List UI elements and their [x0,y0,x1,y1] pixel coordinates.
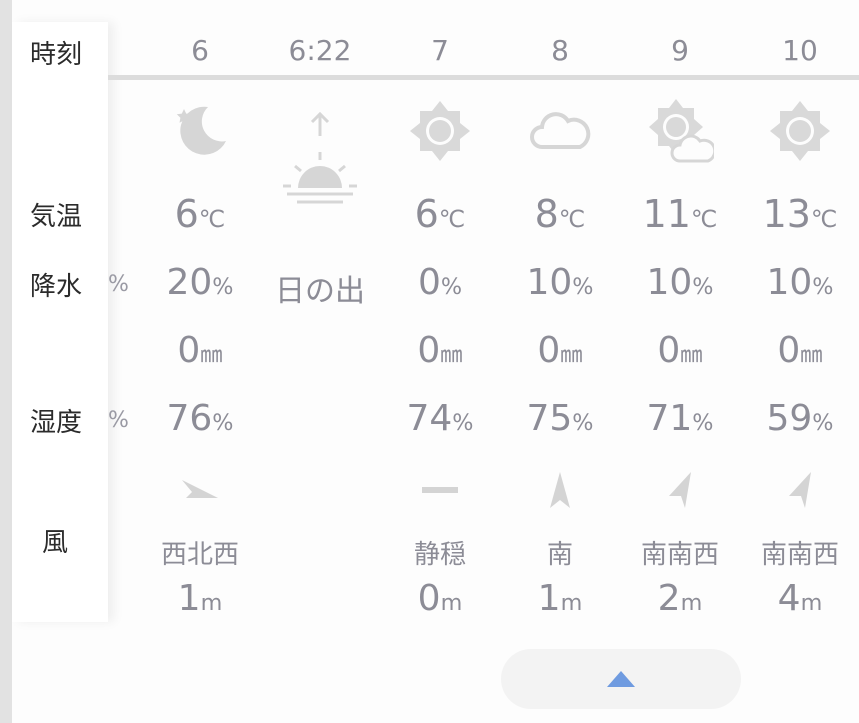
row-label-temp: 気温 [30,202,83,232]
humidity-value: 75% [526,398,594,439]
temperature-value: 6℃ [174,192,226,236]
wind-speed: 2m [657,578,703,619]
wind-direction: 南南西 [760,540,839,570]
header-divider [108,75,859,80]
collapse-button[interactable] [501,649,741,709]
forecast-column-9: 9 11℃ 10% 0㎜ 71% 南南西 2m [620,22,740,622]
hour-label: 6 [191,34,209,67]
peek-percent-unit: % [108,408,129,433]
hour-label: 7 [431,34,449,67]
hour-label: 8 [551,34,569,67]
temperature-value: 13℃ [762,192,838,236]
temperature-value: 11℃ [642,192,718,236]
wind-direction: 南 [546,540,573,570]
sun-cloud-icon [620,99,740,163]
precip-probability: 10% [646,262,714,303]
forecast-column-7: 7 6℃ 0% 0㎜ 74% 静穏 0m [380,22,500,622]
wind-speed: 1m [537,578,583,619]
humidity-value: 76% [166,398,234,439]
precip-amount: 0㎜ [777,330,823,371]
precip-amount: 0㎜ [417,330,463,371]
wind-speed: 4m [777,578,823,619]
forecast-column-10: 10 13℃ 10% 0㎜ 59% 南南西 4m [740,22,859,622]
precip-amount: 0㎜ [177,330,223,371]
hour-label: 9 [671,34,689,67]
row-label-precip: 降水 [30,272,83,302]
wind-arrow-ssw-icon [620,470,740,510]
forecast-column-8: 8 8℃ 10% 0㎜ 75% 南 1m [500,22,620,622]
sun-icon [380,100,500,162]
wind-direction: 静穏 [413,540,466,570]
humidity-value: 74% [406,398,474,439]
peek-percent-unit: % [108,272,129,297]
wind-direction: 西北西 [160,540,239,570]
sun-icon [740,100,859,162]
row-label-wind: 風 [42,528,69,558]
sunrise-icon [260,110,380,220]
sunrise-label: 日の出 [275,274,365,309]
sunrise-column: 6:22 日の出 [260,22,380,622]
humidity-value: 59% [766,398,834,439]
wind-arrow-ssw-icon [740,470,859,510]
wind-arrow-wnw-icon [140,470,260,510]
left-edge-bar [0,0,12,723]
row-label-column: 時刻 気温 降水 湿度 風 % % [12,22,129,622]
humidity-value: 71% [646,398,714,439]
precip-probability: 10% [526,262,594,303]
temperature-value: 8℃ [534,192,586,236]
sunrise-time: 6:22 [288,34,352,67]
precip-amount: 0㎜ [537,330,583,371]
wind-direction: 南南西 [640,540,719,570]
row-label-time: 時刻 [30,40,83,70]
wind-calm-dash-icon [380,470,500,510]
precip-probability: 10% [766,262,834,303]
precip-probability: 20% [166,262,234,303]
forecast-column-6: 6 6℃ 20% 0㎜ 76% 西北西 1m [140,22,260,622]
hourly-forecast-grid[interactable]: 6 6℃ 20% 0㎜ 76% 西北西 1m 6:22 日の出 7 6℃ 0% … [108,22,859,622]
row-label-humidity: 湿度 [30,408,83,438]
moon-stars-icon [140,100,260,162]
precip-probability: 0% [417,262,463,303]
wind-speed: 1m [177,578,223,619]
wind-arrow-s-icon [500,470,620,510]
hour-label: 10 [782,34,818,67]
triangle-up-icon [607,671,635,687]
temperature-value: 6℃ [414,192,466,236]
precip-amount: 0㎜ [657,330,703,371]
wind-speed: 0m [417,578,463,619]
cloud-icon [500,100,620,162]
